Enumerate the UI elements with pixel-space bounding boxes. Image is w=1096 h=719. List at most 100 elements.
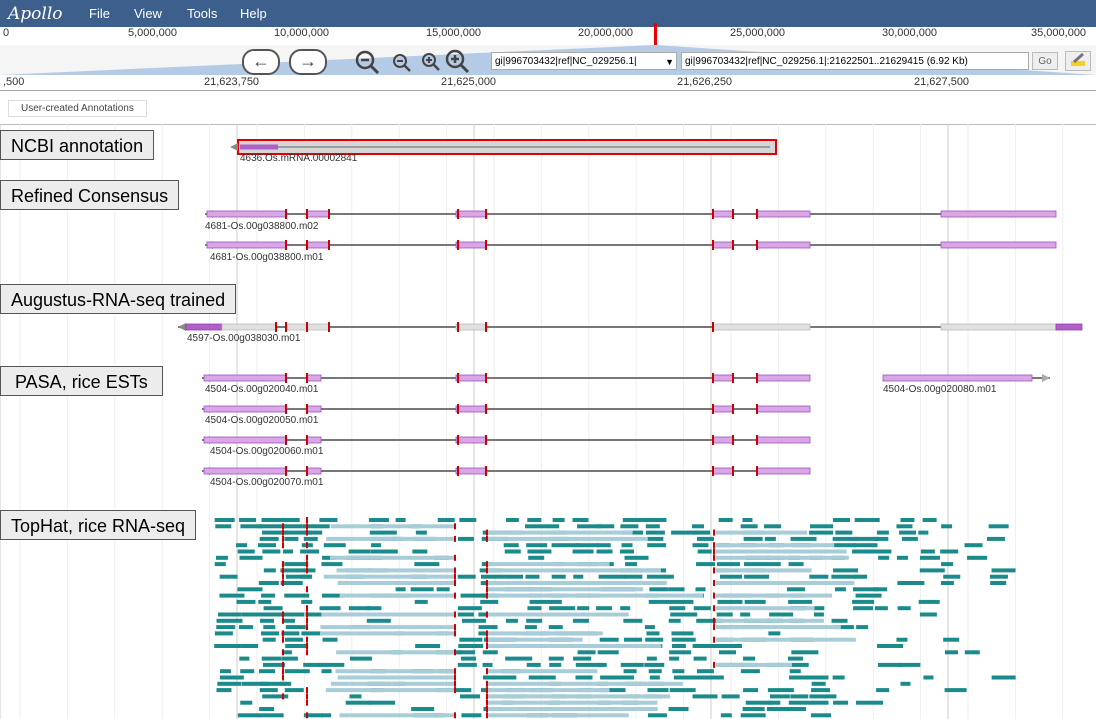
read: [281, 656, 298, 661]
read: [989, 574, 1008, 579]
spliced-read: [488, 593, 704, 598]
read: [810, 524, 834, 529]
feature-name[interactable]: 4597-Os.00g038030.m01: [187, 333, 300, 344]
read: [647, 688, 669, 693]
read: [262, 549, 281, 554]
read: [259, 536, 279, 541]
read: [766, 707, 791, 711]
track-label-refined-consensus[interactable]: Refined Consensus: [0, 180, 180, 210]
zoom-in-icon[interactable]: [420, 51, 442, 73]
splice-site: [486, 693, 488, 700]
feature-name[interactable]: 4504-Os.00g020040.m01: [205, 384, 318, 395]
read: [572, 518, 589, 522]
read: [461, 688, 472, 693]
splice-site: [306, 322, 308, 332]
go-button[interactable]: Go: [1032, 52, 1058, 70]
read: [281, 631, 300, 636]
transcript: [178, 322, 1083, 332]
spliced-read: [330, 681, 456, 686]
exon: [203, 405, 287, 413]
splice-site: [486, 580, 488, 586]
spliced-read: [488, 581, 667, 585]
read: [240, 644, 259, 648]
overview-position-marker[interactable]: [654, 23, 657, 45]
read: [831, 574, 857, 579]
menu-help[interactable]: Help: [240, 6, 267, 21]
splice-site: [457, 435, 459, 445]
read: [597, 650, 619, 655]
splice-site: [282, 523, 284, 530]
splice-site: [454, 535, 456, 542]
track-label-pasa[interactable]: PASA, rice ESTs: [0, 366, 163, 396]
read: [505, 656, 533, 661]
read: [789, 669, 801, 674]
read: [919, 612, 937, 617]
arrow-right-icon[interactable]: →: [289, 49, 327, 75]
read: [577, 606, 590, 611]
splice-site: [457, 373, 459, 383]
reference-sequence-select[interactable]: gi|996703432|ref|NC_029256.1| ▼: [491, 52, 677, 70]
read: [598, 574, 626, 579]
track-view[interactable]: [0, 124, 1096, 719]
user-annotations-track[interactable]: User-created Annotations: [0, 92, 1096, 125]
read: [832, 543, 856, 548]
read: [813, 606, 825, 611]
splice-site: [306, 643, 308, 649]
feature-name[interactable]: 4504-Os.00g020050.m01: [205, 415, 318, 426]
track-label-augustus[interactable]: Augustus-RNA-seq trained: [0, 284, 237, 314]
zoom-out-icon[interactable]: [391, 52, 413, 74]
read: [874, 587, 888, 592]
highlight-button[interactable]: [1065, 51, 1091, 71]
splice-site: [712, 466, 714, 476]
splice-site: [306, 523, 308, 530]
track-label-tophat[interactable]: TopHat, rice RNA-seq: [0, 510, 197, 540]
read: [551, 543, 579, 548]
spliced-read: [339, 593, 456, 598]
read: [550, 599, 562, 604]
read: [964, 650, 980, 655]
exon: [940, 323, 1057, 331]
ruler-label: ,500: [3, 76, 25, 88]
track-label-ncbi[interactable]: NCBI annotation: [0, 130, 155, 160]
read: [258, 543, 277, 548]
feature-name[interactable]: 4504-Os.00g020060.m01: [210, 446, 323, 457]
menu-view[interactable]: View: [134, 6, 162, 21]
read: [369, 530, 397, 535]
read: [621, 543, 633, 548]
read: [620, 549, 635, 554]
read: [526, 662, 541, 667]
location-input[interactable]: gi|996703432|ref|NC_029256.1|:21622501..…: [681, 52, 1029, 70]
read: [411, 707, 435, 711]
splice-site: [454, 611, 456, 618]
read: [834, 587, 846, 592]
exon: [455, 436, 487, 444]
read: [259, 688, 278, 693]
read: [301, 631, 323, 636]
read: [718, 518, 733, 522]
exon: [306, 374, 322, 382]
spliced-read: [336, 568, 456, 573]
zoom-in-large-icon[interactable]: [444, 48, 472, 74]
menu-tools[interactable]: Tools: [187, 6, 217, 21]
read: [669, 656, 680, 661]
read: [673, 675, 698, 680]
arrow-left-icon[interactable]: ←: [242, 49, 280, 75]
menu-file[interactable]: File: [89, 6, 110, 21]
apollo-logo[interactable]: Apollo: [8, 4, 63, 24]
feature-name[interactable]: 4681-Os.00g038800.m01: [210, 252, 323, 263]
feature-name[interactable]: 4681-Os.00g038800.m02: [205, 221, 318, 232]
read: [645, 530, 665, 535]
spliced-read: [716, 549, 847, 554]
splice-site: [712, 209, 714, 219]
feature-name[interactable]: 4636.Os.mRNA.00002841: [240, 153, 357, 164]
feature-name[interactable]: 4504-Os.00g020080.m01: [883, 384, 996, 395]
splice-site: [306, 693, 308, 700]
read: [668, 587, 685, 592]
splice-site: [282, 649, 284, 656]
zoom-out-large-icon[interactable]: [354, 49, 382, 75]
read: [943, 574, 961, 579]
overview-ruler[interactable]: 0 5,000,000 10,000,000 15,000,000 20,000…: [0, 27, 1096, 46]
read: [504, 574, 524, 579]
strand-arrow: [1042, 374, 1050, 382]
feature-name[interactable]: 4504-Os.00g020070.m01: [210, 477, 323, 488]
